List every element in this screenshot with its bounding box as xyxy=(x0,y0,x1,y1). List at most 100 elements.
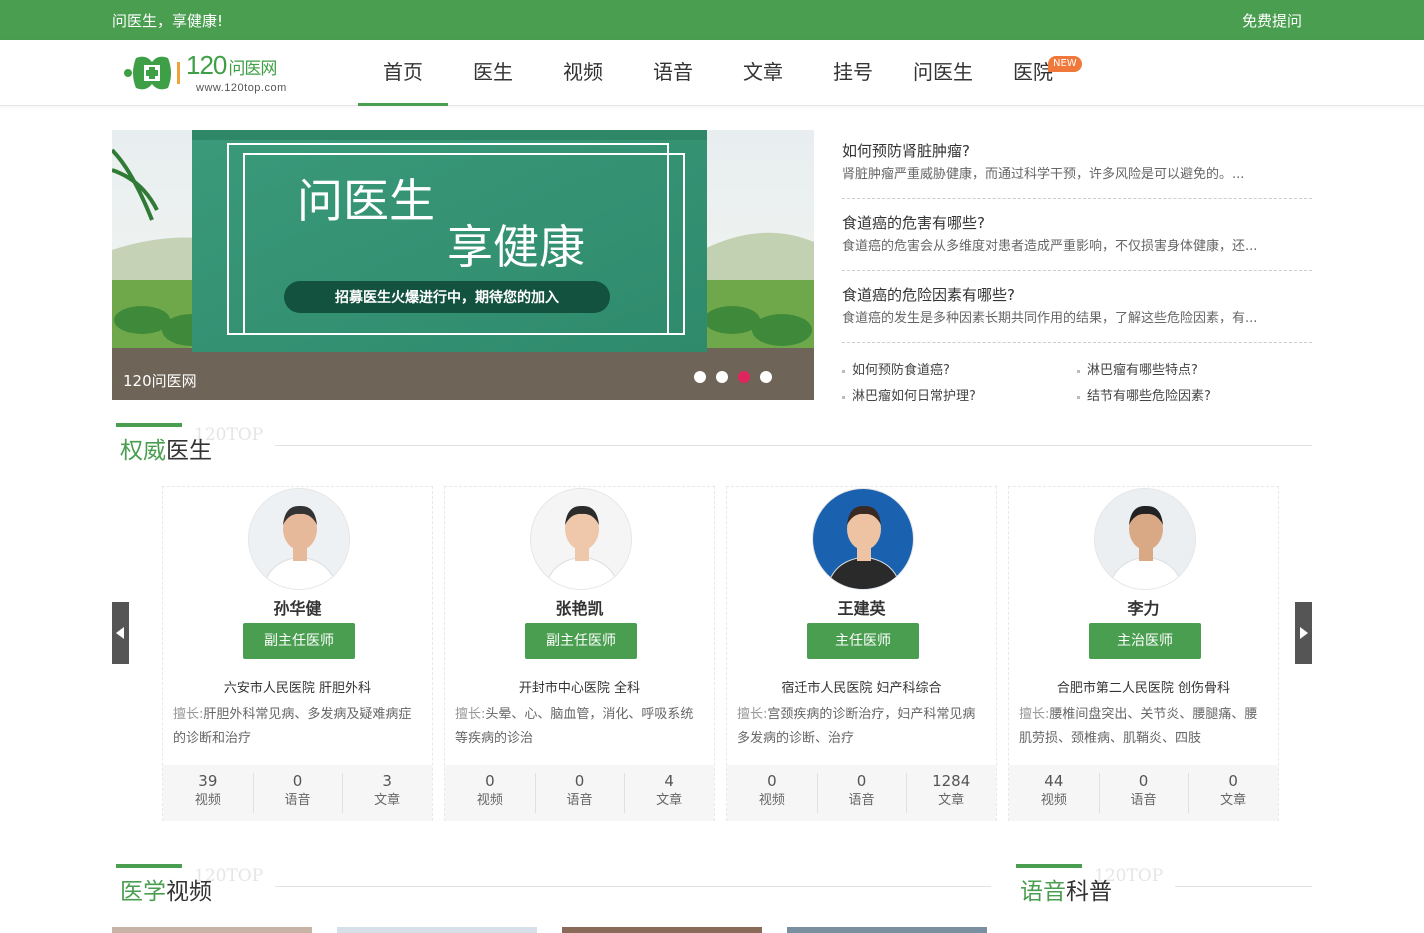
doctor-next-button[interactable] xyxy=(1295,602,1312,664)
doctor-name[interactable]: 张艳凯 xyxy=(445,595,714,619)
carousel-dot xyxy=(694,371,706,383)
news-item[interactable]: 食道癌的危险因素有哪些? 食道癌的发生是多种因素长期共同作用的结果，了解这些危险因… xyxy=(842,284,1312,343)
video-thumb[interactable] xyxy=(337,927,537,933)
nav-item-1[interactable]: 医生 xyxy=(448,40,538,105)
news-link[interactable]: 淋巴瘤有哪些特点? xyxy=(1077,361,1312,381)
logo-cross-icon xyxy=(124,56,180,90)
nav-item-4[interactable]: 文章 xyxy=(718,40,808,105)
news-item[interactable]: 如何预防肾脏肿瘤? 肾脏肿瘤严重威胁健康，而通过科学干预，许多风险是可以避免的。.… xyxy=(842,140,1312,199)
doctor-stat[interactable]: 0 语音 xyxy=(252,765,343,821)
doctor-stats: 0 视频 0 语音 1284 文章 xyxy=(727,765,996,821)
doctor-stat[interactable]: 0 视频 xyxy=(445,765,535,821)
carousel-dot xyxy=(738,371,750,383)
site-logo[interactable]: 120 问医网 www.120top.com xyxy=(122,48,297,98)
doctor-title-badge: 副主任医师 xyxy=(243,623,355,659)
doctor-stats: 0 视频 0 语音 4 文章 xyxy=(445,765,714,821)
doctor-avatar[interactable] xyxy=(530,488,632,590)
doctor-stat[interactable]: 0 语音 xyxy=(534,765,625,821)
news-link[interactable]: 淋巴瘤如何日常护理? xyxy=(842,387,1077,407)
arrow-right-icon xyxy=(1300,627,1308,639)
doctor-skill: 擅长:腰椎间盘突出、关节炎、腰腿痛、腰肌劳损、颈椎病、肌鞘炎、四肢 xyxy=(1019,707,1258,746)
news-item[interactable]: 食道癌的危害有哪些? 食道癌的危害会从多维度对患者造成严重影响，不仅损害身体健康，… xyxy=(842,212,1312,271)
doctor-skill: 擅长:肝胆外科常见病、多发病及疑难病症的诊断和治疗 xyxy=(173,707,412,746)
nav-item-label: 语音 xyxy=(653,60,693,84)
doctor-name[interactable]: 李力 xyxy=(1009,595,1278,619)
video-thumb[interactable] xyxy=(787,927,987,933)
doctor-stat[interactable]: 39 视频 xyxy=(163,765,253,821)
news-links: 如何预防食道癌? 淋巴瘤有哪些特点? 淋巴瘤如何日常护理? 结节有哪些危险因素? xyxy=(842,361,1312,407)
news-list: 如何预防肾脏肿瘤? 肾脏肿瘤严重威胁健康，而通过科学干预，许多风险是可以避免的。.… xyxy=(842,140,1312,407)
nav-item-6[interactable]: 问医生 xyxy=(898,40,988,105)
doctor-stats: 39 视频 0 语音 3 文章 xyxy=(163,765,432,821)
section-divider xyxy=(275,886,991,887)
doctor-hospital: 六安市人民医院 肝胆外科 xyxy=(223,681,372,696)
nav-item-label: 挂号 xyxy=(833,60,873,84)
doctor-hospital: 宿迁市人民医院 妇产科综合 xyxy=(781,681,942,696)
doctor-hospital: 开封市中心医院 全科 xyxy=(518,681,641,696)
logo-url: www.120top.com xyxy=(196,82,287,94)
nav-item-5[interactable]: 挂号 xyxy=(808,40,898,105)
nav-item-label: 首页 xyxy=(383,60,423,84)
doctor-stats: 44 视频 0 语音 0 文章 xyxy=(1009,765,1278,821)
banner-illustration: 问医生 享健康 招募医生火爆进行中，期待您的加入 120问医网 xyxy=(112,130,814,400)
section-divider xyxy=(275,445,1312,446)
news-link[interactable]: 如何预防食道癌? xyxy=(842,361,1077,381)
main-nav: 首页 医生 视频 语音 文章 挂号 问医生 医院 NEW xyxy=(358,40,1082,106)
nav-item-3[interactable]: 语音 xyxy=(628,40,718,105)
doctor-card[interactable]: 李力主治医师合肥市第二人民医院 创伤骨科擅长:腰椎间盘突出、关节炎、腰腿痛、腰肌… xyxy=(1008,486,1279,821)
doctor-name[interactable]: 孙华健 xyxy=(163,595,432,619)
doctor-title-badge: 主治医师 xyxy=(1089,623,1201,659)
section-title-audio: 120TOP 语音科普 xyxy=(1012,864,1182,905)
doctor-stat[interactable]: 4 文章 xyxy=(624,765,714,821)
doctor-card[interactable]: 张艳凯副主任医师开封市中心医院 全科擅长:头晕、心、脑血管，消化、呼吸系统等疾病… xyxy=(444,486,715,821)
doctor-hospital: 合肥市第二人民医院 创伤骨科 xyxy=(1056,681,1231,696)
nav-item-label: 问医生 xyxy=(913,60,973,84)
news-title[interactable]: 食道癌的危害有哪些? xyxy=(842,214,985,232)
video-thumb[interactable] xyxy=(562,927,762,933)
nav-item-label: 视频 xyxy=(563,60,603,84)
hero-banner[interactable]: 问医生 享健康 招募医生火爆进行中，期待您的加入 120问医网 xyxy=(112,130,814,400)
nav-item-2[interactable]: 视频 xyxy=(538,40,628,105)
doctor-prev-button[interactable] xyxy=(112,602,129,664)
doctor-avatar[interactable] xyxy=(1094,488,1196,590)
news-desc: 肾脏肿瘤严重威胁健康，而通过科学干预，许多风险是可以避免的。... xyxy=(842,167,1245,182)
doctor-title-badge: 主任医师 xyxy=(807,623,919,659)
doctor-stat[interactable]: 0 视频 xyxy=(727,765,817,821)
news-desc: 食道癌的危害会从多维度对患者造成严重影响，不仅损害身体健康，还... xyxy=(842,239,1258,254)
news-title[interactable]: 食道癌的危险因素有哪些? xyxy=(842,286,1015,304)
banner-caption: 120问医网 xyxy=(123,372,197,390)
doctor-title-badge: 副主任医师 xyxy=(525,623,637,659)
nav-item-0[interactable]: 首页 xyxy=(358,40,448,106)
doctor-skill: 擅长:宫颈疾病的诊断治疗，妇产科常见病多发病的诊断、治疗 xyxy=(737,707,976,746)
news-link[interactable]: 结节有哪些危险因素? xyxy=(1077,387,1312,407)
doctor-card[interactable]: 王建英主任医师宿迁市人民医院 妇产科综合擅长:宫颈疾病的诊断治疗，妇产科常见病多… xyxy=(726,486,997,821)
doctor-stat[interactable]: 0 文章 xyxy=(1188,765,1278,821)
doctor-card[interactable]: 孙华健副主任医师六安市人民医院 肝胆外科擅长:肝胆外科常见病、多发病及疑难病症的… xyxy=(162,486,433,821)
doctor-avatar[interactable] xyxy=(812,488,914,590)
new-badge: NEW xyxy=(1048,56,1082,72)
doctor-stat[interactable]: 0 语音 xyxy=(1098,765,1189,821)
header: 120 问医网 www.120top.com 首页 医生 视频 语音 文章 挂号 问医生 医院 N… xyxy=(0,40,1424,106)
svg-text:享健康: 享健康 xyxy=(447,220,585,274)
top-bar: 问医生，享健康! 免费提问 xyxy=(0,0,1424,40)
section-divider xyxy=(1175,886,1312,887)
video-thumb[interactable] xyxy=(112,927,312,933)
nav-item-label: 医生 xyxy=(473,60,513,84)
svg-text:问医生: 问医生 xyxy=(297,174,435,228)
doctor-stat[interactable]: 0 语音 xyxy=(816,765,907,821)
doctor-avatar[interactable] xyxy=(248,488,350,590)
doctor-skill: 擅长:头晕、心、脑血管，消化、呼吸系统等疾病的诊治 xyxy=(455,707,694,746)
nav-item-label: 医院 xyxy=(1013,60,1053,84)
carousel-dot xyxy=(760,371,772,383)
doctor-name[interactable]: 王建英 xyxy=(727,595,996,619)
site-slogan: 问医生，享健康! xyxy=(112,11,224,30)
doctor-stat[interactable]: 3 文章 xyxy=(342,765,432,821)
logo-brand: 120 问医网 xyxy=(186,50,277,80)
nav-item-7[interactable]: 医院 NEW xyxy=(988,40,1082,105)
doctor-stat[interactable]: 1284 文章 xyxy=(906,765,996,821)
svg-text:招募医生火爆进行中，期待您的加入: 招募医生火爆进行中，期待您的加入 xyxy=(335,289,559,306)
news-title[interactable]: 如何预防肾脏肿瘤? xyxy=(842,142,970,160)
news-desc: 食道癌的发生是多种因素长期共同作用的结果，了解这些危险因素，有... xyxy=(842,311,1258,326)
doctor-stat[interactable]: 44 视频 xyxy=(1009,765,1099,821)
free-ask-link[interactable]: 免费提问 xyxy=(1242,10,1302,31)
